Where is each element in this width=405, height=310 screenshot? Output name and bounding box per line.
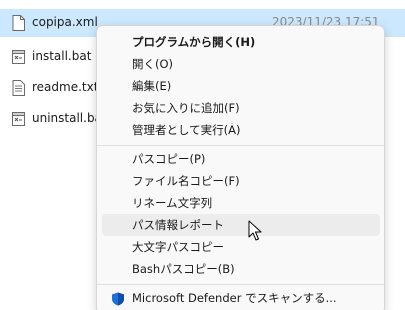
file-name: readme.txt [32, 80, 99, 94]
defender-shield-icon [112, 292, 124, 306]
menu-item-defender-scan[interactable]: Microsoft Defender でスキャンする... [102, 287, 380, 309]
menu-item-rename-string[interactable]: リネーム文字列 [102, 192, 380, 214]
menu-item-open-with[interactable]: プログラムから開く(H) [102, 31, 380, 53]
menu-item-bash-path-copy[interactable]: Bashパスコピー(B) [102, 258, 380, 280]
file-row-install[interactable]: install.bat [0, 43, 96, 71]
menu-separator [97, 145, 384, 146]
menu-item-uppercase-path-copy[interactable]: 大文字パスコピー [102, 236, 380, 258]
batch-file-icon [12, 112, 25, 126]
menu-item-copy-path[interactable]: パスコピー(P) [102, 148, 380, 170]
menu-item-label: Microsoft Defender でスキャンする... [132, 291, 337, 305]
file-name: install.bat [32, 49, 92, 63]
menu-separator [97, 284, 384, 285]
menu-item-copy-filename[interactable]: ファイル名コピー(F) [102, 170, 380, 192]
menu-item-run-as-admin[interactable]: 管理者として実行(A) [102, 119, 380, 141]
menu-item-edit[interactable]: 編集(E) [102, 75, 380, 97]
document-icon [12, 15, 25, 31]
file-name: copipa.xml [32, 15, 98, 29]
menu-item-path-info-report[interactable]: パス情報レポート [102, 214, 380, 236]
batch-file-icon [12, 50, 25, 64]
file-row-uninstall[interactable]: uninstall.bat [0, 105, 107, 133]
file-row-readme[interactable]: readme.txt [0, 74, 99, 102]
menu-item-add-favorite[interactable]: お気に入りに追加(F) [102, 97, 380, 119]
context-menu: プログラムから開く(H) 開く(O) 編集(E) お気に入りに追加(F) 管理者… [96, 25, 385, 310]
text-file-icon [12, 80, 25, 96]
mouse-cursor-icon [248, 220, 262, 241]
menu-item-open[interactable]: 開く(O) [102, 53, 380, 75]
